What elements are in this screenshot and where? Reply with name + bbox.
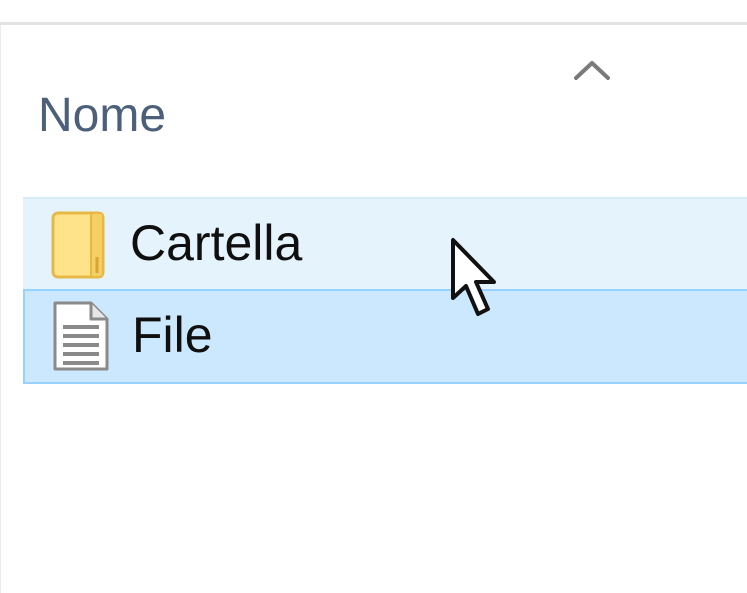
list-item-label: Cartella (130, 215, 303, 271)
list-item-file[interactable]: File (23, 289, 747, 384)
column-header-label: Nome (38, 89, 167, 142)
left-divider (0, 25, 1, 593)
folder-icon (51, 211, 105, 279)
mouse-pointer-icon (451, 238, 496, 316)
top-divider (0, 22, 747, 25)
list-item-label: File (132, 307, 213, 363)
document-icon (53, 301, 109, 371)
file-explorer-list-view: Nome Cartella File (0, 0, 747, 593)
column-header-name[interactable]: Nome (36, 84, 336, 148)
chevron-up-icon[interactable] (572, 58, 612, 82)
list-item-folder[interactable]: Cartella (23, 197, 747, 289)
file-list: Cartella File (23, 197, 747, 384)
